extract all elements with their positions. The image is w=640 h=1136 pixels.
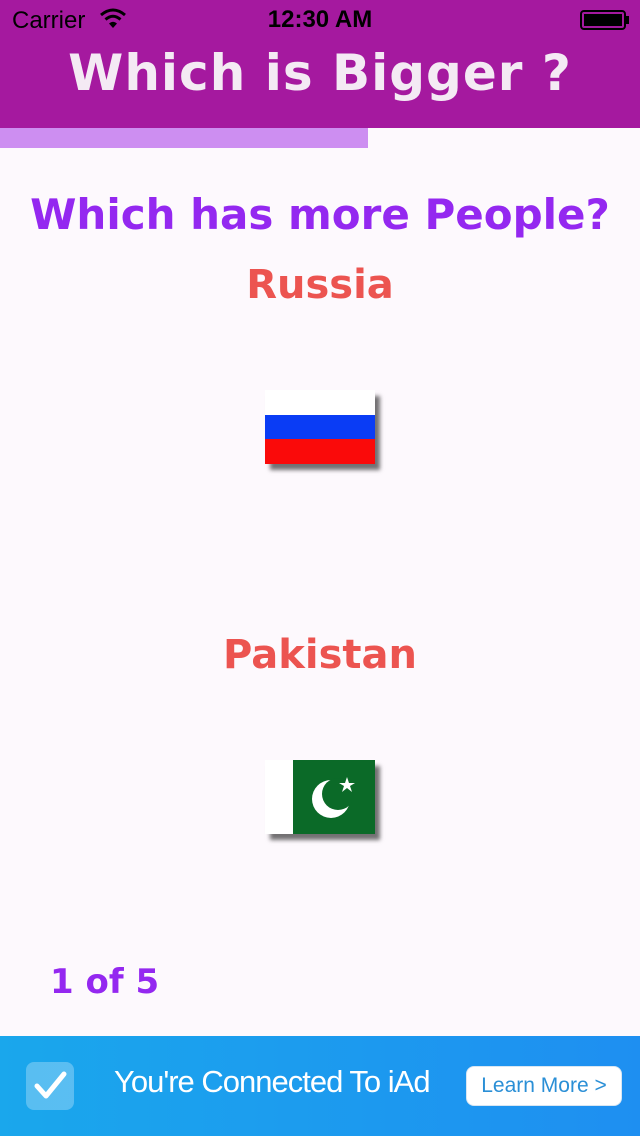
battery-icon — [580, 10, 629, 30]
iad-message: You're Connected To iAd — [114, 1064, 431, 1099]
question-text: Which has more People? — [30, 190, 610, 239]
status-time: 12:30 AM — [267, 6, 373, 33]
country-name-second[interactable]: Pakistan — [0, 632, 640, 678]
progress-bar — [0, 128, 640, 148]
russia-flag[interactable] — [265, 390, 375, 464]
question-counter: 1 of 5 — [50, 962, 160, 1002]
header-bar: Carrier 12:30 AM Which is Bigger ? — [0, 0, 640, 128]
country-name-first[interactable]: Russia — [0, 262, 640, 308]
progress-fill — [0, 128, 368, 148]
checkmark-icon — [26, 1062, 74, 1110]
iad-banner[interactable]: You're Connected To iAd Learn More > — [0, 1036, 640, 1136]
app-title: Which is Bigger ? — [68, 44, 572, 102]
pakistan-flag[interactable] — [265, 760, 375, 834]
status-bar: Carrier 12:30 AM — [0, 0, 640, 40]
learn-more-button[interactable]: Learn More > — [466, 1066, 622, 1106]
